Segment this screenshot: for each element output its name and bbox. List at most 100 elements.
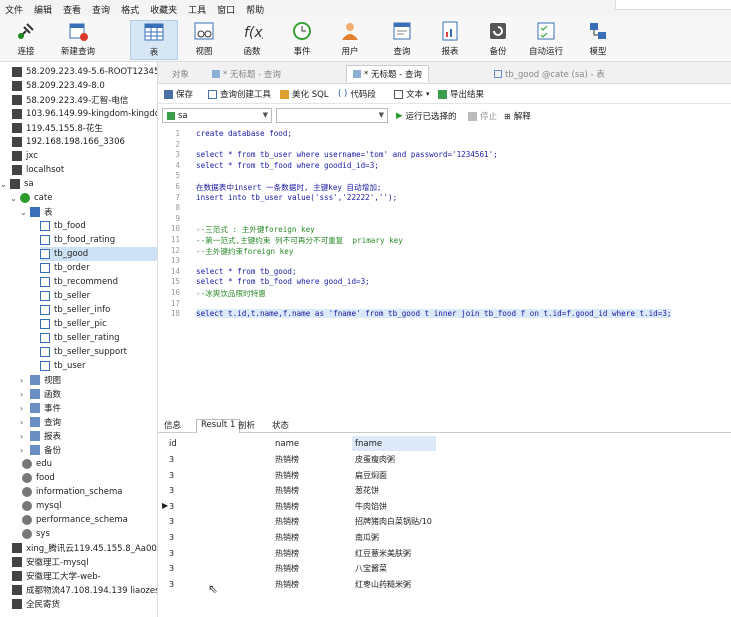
result-tab[interactable]: 状态 (272, 419, 289, 431)
toolbar-clock-button[interactable]: 事件 (278, 20, 326, 60)
table-cell[interactable]: 3 (166, 483, 266, 498)
database-cate[interactable]: ⌄ cate (10, 191, 52, 205)
chevron-right-icon[interactable]: › (20, 390, 30, 399)
table-cell[interactable]: 八宝酱菜 (352, 561, 436, 576)
menu-item[interactable]: 格式 (116, 0, 145, 16)
result-tab[interactable]: Result 1 (196, 419, 241, 433)
table-cell[interactable]: 牛肉馅饼 (352, 499, 436, 514)
menu-item[interactable]: 工具 (183, 0, 212, 16)
toolbar-plug-button[interactable]: 连接 (2, 20, 50, 60)
table-cell[interactable]: 红枣山药糙米粥 (352, 577, 436, 592)
stop-button[interactable]: 停止 (468, 110, 497, 122)
table-cell[interactable]: 热销榜 (272, 561, 348, 576)
query-builder-button[interactable]: 查询创建工具 (208, 88, 271, 100)
toolbar-new-query-button[interactable]: 新建查询 (54, 20, 102, 60)
connection-item[interactable]: 成都物流47.108.194.139 liaozesc (12, 583, 157, 597)
menu-item[interactable]: 编辑 (29, 0, 58, 16)
toolbar-model-button[interactable]: 模型 (574, 20, 622, 60)
group-query[interactable]: › 查询 (20, 415, 61, 429)
menu-item[interactable]: 文件 (0, 0, 29, 16)
connection-item[interactable]: 安徽理工-mysql (12, 555, 89, 569)
connection-item[interactable]: ⌄ sa (0, 177, 34, 191)
connection-item[interactable]: 全民寄货 (12, 597, 60, 611)
tab-tb-good[interactable]: tb_good @cate (sa) - 表 (488, 65, 611, 82)
table-cell[interactable]: 3 (166, 530, 266, 545)
tables-group[interactable]: ⌄ 表 (20, 205, 53, 219)
export-results-button[interactable]: 导出结果 (438, 88, 484, 100)
toolbar-user-button[interactable]: 用户 (326, 20, 374, 60)
group-backup[interactable]: › 备份 (20, 443, 61, 457)
tab-untitled-query-1[interactable]: * 无标题 - 查询 (206, 65, 287, 82)
toolbar-query-button[interactable]: 查询 (378, 20, 426, 60)
connection-item[interactable]: 103.96.149.99-kingdom-kingdom (12, 107, 157, 121)
result-tab[interactable]: 剖析 (238, 419, 255, 431)
table-cell[interactable]: 扁豆焖面 (352, 468, 436, 483)
table-cell[interactable]: 招牌猪肉白菜锅贴/10 (352, 514, 436, 529)
table-item[interactable]: tb_food_rating (40, 233, 115, 247)
chevron-down-icon[interactable]: ⌄ (20, 208, 30, 217)
table-cell[interactable]: 热销榜 (272, 483, 348, 498)
chevron-right-icon[interactable]: › (20, 446, 30, 455)
database-item[interactable]: mysql (22, 499, 62, 513)
connection-item[interactable]: 58.209.223.49-5.6-ROOT123456 (12, 65, 157, 79)
table-cell[interactable]: 南瓜粥 (352, 530, 436, 545)
table-cell[interactable]: 3 (166, 452, 266, 467)
table-item[interactable]: tb_seller_info (40, 303, 110, 317)
code-snippet-button[interactable]: ( ) 代码段 (338, 88, 376, 100)
table-item[interactable]: tb_seller_support (40, 345, 127, 359)
text-button[interactable]: 文本 ▾ (394, 88, 430, 100)
chevron-right-icon[interactable]: › (20, 404, 30, 413)
table-cell[interactable]: 3 (166, 514, 266, 529)
chevron-right-icon[interactable]: › (20, 376, 30, 385)
table-item[interactable]: tb_seller_rating (40, 331, 120, 345)
database-item[interactable]: sys (22, 527, 50, 541)
connection-item[interactable]: 58.209.223.49-汇智-电信 (12, 93, 128, 107)
group-event[interactable]: › 事件 (20, 401, 61, 415)
table-cell[interactable]: 热销榜 (272, 530, 348, 545)
table-cell[interactable]: 3 (166, 468, 266, 483)
table-cell[interactable]: 热销榜 (272, 514, 348, 529)
table-item[interactable]: tb_user (40, 359, 86, 373)
group-function[interactable]: › 函数 (20, 387, 61, 401)
connection-item[interactable]: 192.168.198.166_3306 (12, 135, 125, 149)
beautify-sql-button[interactable]: 美化 SQL (280, 88, 329, 100)
toolbar-function-button[interactable]: f(x) 函数 (228, 20, 276, 60)
group-view[interactable]: › 视图 (20, 373, 61, 387)
table-item[interactable]: tb_seller (40, 289, 90, 303)
connection-item[interactable]: 安徽理工大学-web- (12, 569, 101, 583)
table-item[interactable]: tb_good (40, 247, 157, 261)
result-tab[interactable]: 信息 (164, 419, 181, 431)
tab-untitled-query-2[interactable]: * 无标题 - 查询 (346, 65, 429, 82)
toolbar-autorun-button[interactable]: 自动运行 (522, 20, 570, 60)
connection-item[interactable]: xing_腾讯云119.45.155.8_Aa0011 (12, 541, 157, 555)
toolbar-table-button[interactable]: 表 (130, 20, 178, 60)
connection-item[interactable]: 58.209.223.49-8.0 (12, 79, 105, 93)
menu-item[interactable]: 窗口 (212, 0, 241, 16)
explain-button[interactable]: ⊞ 解释 (504, 110, 531, 123)
table-item[interactable]: tb_order (40, 261, 90, 275)
menu-item[interactable]: 收藏夹 (145, 0, 183, 16)
column-header[interactable]: id (166, 436, 266, 451)
table-cell[interactable]: 皮蛋瘦肉粥 (352, 452, 436, 467)
save-button[interactable]: 保存 (164, 88, 193, 100)
chevron-down-icon[interactable]: ⌄ (0, 180, 10, 189)
table-cell[interactable]: 葱花饼 (352, 483, 436, 498)
column-header[interactable]: name (272, 436, 348, 451)
table-cell[interactable]: 3 (166, 546, 266, 561)
table-item[interactable]: tb_seller_pic (40, 317, 107, 331)
table-cell[interactable]: 热销榜 (272, 546, 348, 561)
run-selected-button[interactable]: ▶ 运行已选择的 (396, 110, 457, 122)
table-cell[interactable]: 3 (166, 561, 266, 576)
table-item[interactable]: tb_food (40, 219, 86, 233)
table-item[interactable]: tb_recommend (40, 275, 118, 289)
toolbar-backup-button[interactable]: 备份 (474, 20, 522, 60)
connection-select[interactable]: sa ▼ (162, 108, 272, 123)
menu-item[interactable]: 查看 (58, 0, 87, 16)
toolbar-report-button[interactable]: 报表 (426, 20, 474, 60)
database-select[interactable]: ▼ (276, 108, 388, 123)
column-header[interactable]: fname (352, 436, 436, 451)
chevron-right-icon[interactable]: › (20, 432, 30, 441)
table-cell[interactable]: 热销榜 (272, 468, 348, 483)
group-report[interactable]: › 报表 (20, 429, 61, 443)
database-item[interactable]: information_schema (22, 485, 123, 499)
